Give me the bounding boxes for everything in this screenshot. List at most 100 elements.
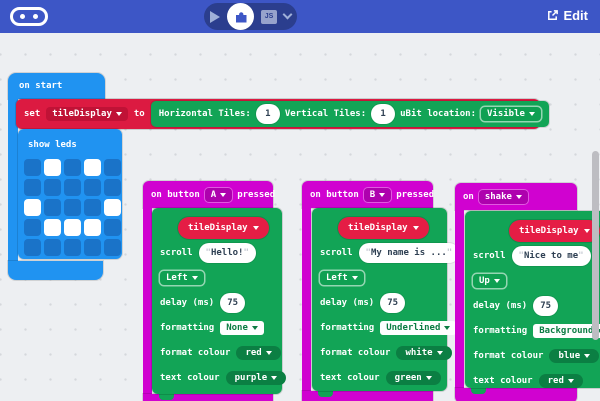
gesture-value: shake	[485, 192, 512, 202]
led-cell[interactable]	[64, 239, 81, 256]
block-foot	[8, 261, 103, 280]
edit-button[interactable]: Edit	[546, 8, 588, 23]
led-cell[interactable]	[44, 199, 61, 216]
format-colour-dropdown[interactable]: white	[396, 346, 451, 360]
delay-label: delay (ms)	[473, 301, 527, 311]
event-prefix: on button	[310, 190, 359, 200]
pill-label: tileDisplay	[188, 223, 248, 233]
delay-field[interactable]: 75	[533, 296, 558, 316]
horizontal-tiles-field[interactable]: 1	[256, 104, 280, 124]
led-cell[interactable]	[64, 159, 81, 176]
button-dropdown[interactable]: A	[205, 188, 232, 202]
show-leds-block[interactable]: show leds	[18, 129, 122, 259]
set-variable-block[interactable]: set tileDisplay to Horizontal Tiles: 1 V…	[16, 99, 540, 129]
scroll-text-field[interactable]: Hello!	[199, 243, 256, 263]
led-cell[interactable]	[64, 219, 81, 236]
delay-field[interactable]: 75	[380, 293, 405, 313]
event-header[interactable]: on button A pressed	[143, 181, 273, 208]
dropdown-arrow-icon	[529, 112, 535, 116]
led-cell[interactable]	[104, 239, 121, 256]
js-label: JS	[265, 13, 274, 20]
led-cell[interactable]	[84, 239, 101, 256]
led-cell[interactable]	[64, 199, 81, 216]
direction-dropdown[interactable]: Up	[473, 274, 506, 288]
text-colour-value: purple	[235, 373, 268, 383]
direction-dropdown[interactable]: Left	[160, 271, 204, 285]
format-colour-dropdown[interactable]: blue	[549, 349, 599, 363]
scroll-text-field[interactable]: My name is ...	[359, 243, 460, 263]
variable-name: tileDisplay	[52, 109, 112, 119]
event-prefix: on button	[151, 190, 200, 200]
microbit-logo-icon	[10, 7, 48, 26]
event-header[interactable]: on shake	[455, 183, 577, 210]
tiledisplay-scroll-statement[interactable]: tileDisplay scroll Nice to me Up delay (m…	[465, 211, 600, 388]
on-start-block[interactable]: on start	[8, 73, 105, 99]
led-cell[interactable]	[24, 159, 41, 176]
led-cell[interactable]	[104, 159, 121, 176]
gesture-dropdown[interactable]: shake	[479, 190, 528, 204]
led-cell[interactable]	[64, 179, 81, 196]
on-start-label: on start	[19, 81, 62, 91]
led-cell[interactable]	[44, 159, 61, 176]
block-spine	[302, 208, 311, 391]
variable-dropdown[interactable]: tileDisplay	[46, 107, 128, 121]
tiledisplay-scroll-statement[interactable]: tileDisplay scrollHello! Left delay (ms)…	[152, 208, 282, 394]
formatting-dropdown[interactable]: Background	[533, 324, 600, 338]
event-header[interactable]: on button B pressed	[302, 181, 433, 208]
led-cell[interactable]	[24, 179, 41, 196]
dropdown-arrow-icon	[252, 326, 258, 330]
chevron-down-icon[interactable]	[283, 10, 293, 20]
event-suffix: pressed	[396, 190, 434, 200]
delay-value: 75	[540, 301, 551, 311]
create-tiledisplay-block[interactable]: Horizontal Tiles: 1 Vertical Tiles: 1 uB…	[151, 101, 549, 127]
javascript-tab[interactable]: JS	[261, 10, 277, 24]
led-cell[interactable]	[24, 199, 41, 216]
led-cell[interactable]	[24, 239, 41, 256]
show-leds-label: show leds	[28, 140, 77, 150]
blocks-workspace[interactable]: on start set tileDisplay to Horizontal T…	[0, 33, 600, 401]
formatting-dropdown[interactable]: Underlined	[380, 321, 456, 335]
format-colour-label: format colour	[473, 351, 543, 361]
format-colour-label: format colour	[320, 348, 390, 358]
button-dropdown[interactable]: B	[364, 188, 391, 202]
led-cell[interactable]	[84, 199, 101, 216]
vertical-scrollbar[interactable]	[592, 151, 599, 340]
tiledisplay-pill-dropdown[interactable]: tileDisplay	[178, 217, 269, 239]
led-cell[interactable]	[44, 239, 61, 256]
led-cell[interactable]	[104, 179, 121, 196]
tiledisplay-scroll-statement[interactable]: tileDisplay scrollMy name is ... Left de…	[312, 208, 447, 391]
led-cell[interactable]	[104, 199, 121, 216]
blocks-tab[interactable]	[227, 3, 254, 30]
led-cell[interactable]	[44, 179, 61, 196]
text-colour-dropdown[interactable]: green	[386, 371, 441, 385]
formatting-label: formatting	[473, 326, 527, 336]
dropdown-arrow-icon	[271, 376, 277, 380]
text-colour-dropdown[interactable]: red	[539, 374, 583, 388]
formatting-value: Background	[539, 326, 593, 336]
led-cell[interactable]	[84, 159, 101, 176]
ubit-location-dropdown[interactable]: Visible	[481, 107, 541, 121]
led-cell[interactable]	[104, 219, 121, 236]
direction-dropdown[interactable]: Left	[320, 271, 364, 285]
tiledisplay-pill-dropdown[interactable]: tileDisplay	[509, 220, 600, 242]
dropdown-arrow-icon	[352, 276, 358, 280]
logo-eye-icon	[20, 14, 25, 19]
scroll-label: scroll	[473, 251, 506, 261]
formatting-dropdown[interactable]: None	[220, 321, 264, 335]
text-colour-dropdown[interactable]: purple	[226, 371, 287, 385]
tiledisplay-pill-dropdown[interactable]: tileDisplay	[338, 217, 429, 239]
block-spine	[455, 210, 464, 388]
vertical-tiles-field[interactable]: 1	[371, 104, 395, 124]
led-cell[interactable]	[44, 219, 61, 236]
delay-field[interactable]: 75	[220, 293, 245, 313]
format-colour-dropdown[interactable]: red	[236, 346, 280, 360]
format-colour-value: blue	[558, 351, 580, 361]
dropdown-arrow-icon	[584, 354, 590, 358]
event-prefix: on	[463, 192, 474, 202]
dropdown-arrow-icon	[584, 229, 590, 233]
led-cell[interactable]	[84, 219, 101, 236]
scroll-text-field[interactable]: Nice to me	[512, 246, 591, 266]
led-cell[interactable]	[84, 179, 101, 196]
led-cell[interactable]	[24, 219, 41, 236]
play-icon[interactable]	[210, 11, 220, 23]
